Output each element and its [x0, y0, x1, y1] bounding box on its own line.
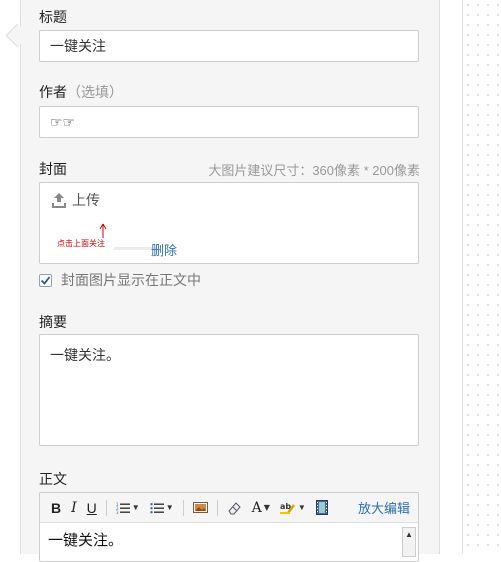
chevron-down-icon: ▼ [131, 503, 140, 512]
preview-grid-area [462, 0, 501, 554]
scroll-up-icon[interactable]: ▲ [403, 528, 415, 542]
chevron-down-icon: ▼ [263, 503, 270, 512]
cover-upload-box: 上传 点击上面关注 删除 [39, 182, 419, 264]
show-cover-checkbox[interactable] [39, 273, 52, 287]
delete-cover-link[interactable]: 删除 [151, 240, 177, 259]
chevron-down-icon: ▼ [297, 503, 306, 512]
eraser-icon [227, 501, 241, 514]
toolbar-divider [216, 499, 218, 516]
cover-label: 封面 [39, 161, 67, 177]
highlighter-icon: ab [279, 502, 295, 514]
bullet-list-button[interactable]: ▼ [145, 502, 179, 514]
bold-button[interactable]: B [46, 500, 66, 516]
toolbar-divider [105, 499, 107, 516]
body-content[interactable]: 一键关注。 [40, 523, 418, 556]
thumbnail-watermark [114, 247, 152, 250]
checkmark-icon [40, 275, 51, 285]
chevron-down-icon: ▼ [165, 503, 174, 512]
image-icon [192, 502, 208, 513]
editor-toolbar: B I U 1 2 3 ▼ ▼ A ▼ ab ▼ 放大编辑 [40, 493, 418, 523]
film-icon [315, 500, 328, 515]
italic-button[interactable]: I [66, 500, 82, 516]
editor-scrollbar[interactable]: ▲ [402, 527, 416, 557]
insert-image-button[interactable] [188, 502, 213, 513]
underline-button[interactable]: U [82, 500, 102, 516]
author-optional-hint: （选填） [67, 84, 123, 100]
summary-textarea[interactable]: 一键关注。 [39, 334, 419, 446]
summary-label: 摘要 [39, 314, 67, 330]
ordered-list-button[interactable]: 1 2 3 ▼ [111, 502, 145, 514]
insert-video-button[interactable] [311, 500, 333, 515]
body-editor: B I U 1 2 3 ▼ ▼ A ▼ ab ▼ 放大编辑 一键关注。 ▲ [39, 492, 419, 562]
highlight-color-button[interactable]: ab ▼ [275, 501, 311, 515]
author-input[interactable]: ☞☞ [39, 106, 419, 138]
clear-format-button[interactable] [222, 501, 247, 515]
show-cover-in-body-option[interactable]: 封面图片显示在正文中 [39, 270, 201, 290]
arrow-up-icon [99, 223, 107, 238]
show-cover-checkbox-label: 封面图片显示在正文中 [61, 272, 201, 288]
upload-icon [52, 193, 66, 208]
upload-label: 上传 [72, 192, 100, 208]
title-input[interactable]: 一键关注 [39, 30, 419, 62]
toolbar-divider [182, 499, 184, 516]
cover-size-hint: 大图片建议尺寸：360像素 * 200像素 [208, 163, 420, 178]
bullet-list-icon [150, 502, 164, 513]
body-label: 正文 [39, 471, 67, 487]
title-label: 标题 [39, 9, 67, 25]
upload-button[interactable]: 上传 [51, 190, 100, 210]
expand-editor-link[interactable]: 放大编辑 [358, 498, 410, 517]
ordered-list-icon: 1 2 3 [116, 502, 130, 514]
font-color-icon: A [251, 499, 262, 516]
author-label: 作者（选填） [39, 82, 123, 102]
thumbnail-caption: 点击上面关注 [57, 239, 105, 248]
cover-thumbnail: 点击上面关注 [52, 221, 152, 257]
author-label-text: 作者 [39, 84, 67, 100]
svg-text:3: 3 [116, 510, 119, 514]
font-color-button[interactable]: A ▼ [247, 500, 275, 516]
